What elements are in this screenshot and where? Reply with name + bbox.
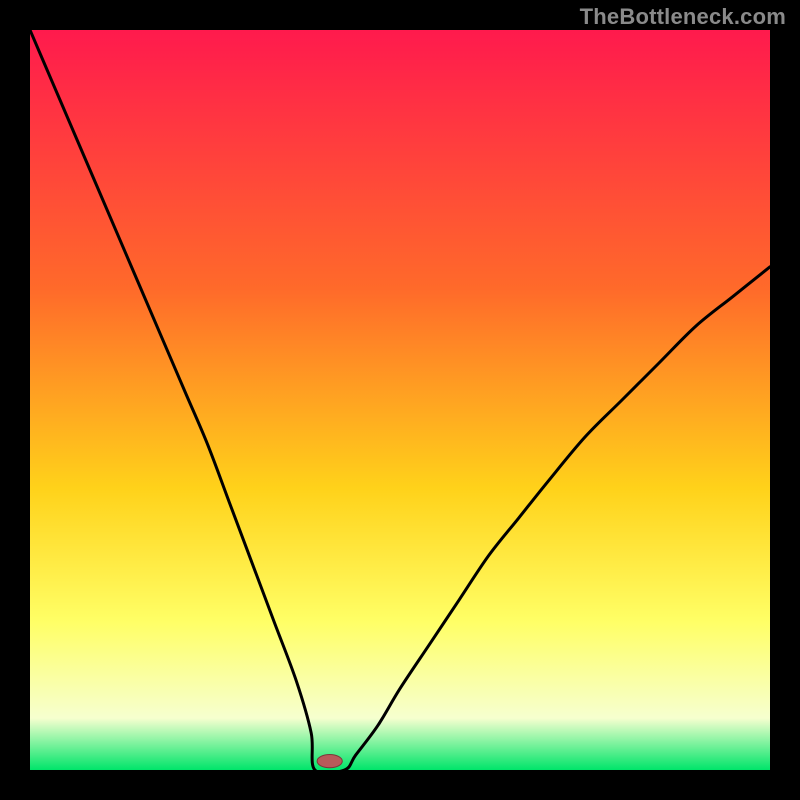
- watermark-text: TheBottleneck.com: [580, 4, 786, 30]
- chart-frame: TheBottleneck.com: [0, 0, 800, 800]
- optimal-point-marker: [317, 754, 342, 767]
- plot-area: [30, 30, 770, 770]
- gradient-background: [30, 30, 770, 770]
- bottleneck-curve-chart: [30, 30, 770, 770]
